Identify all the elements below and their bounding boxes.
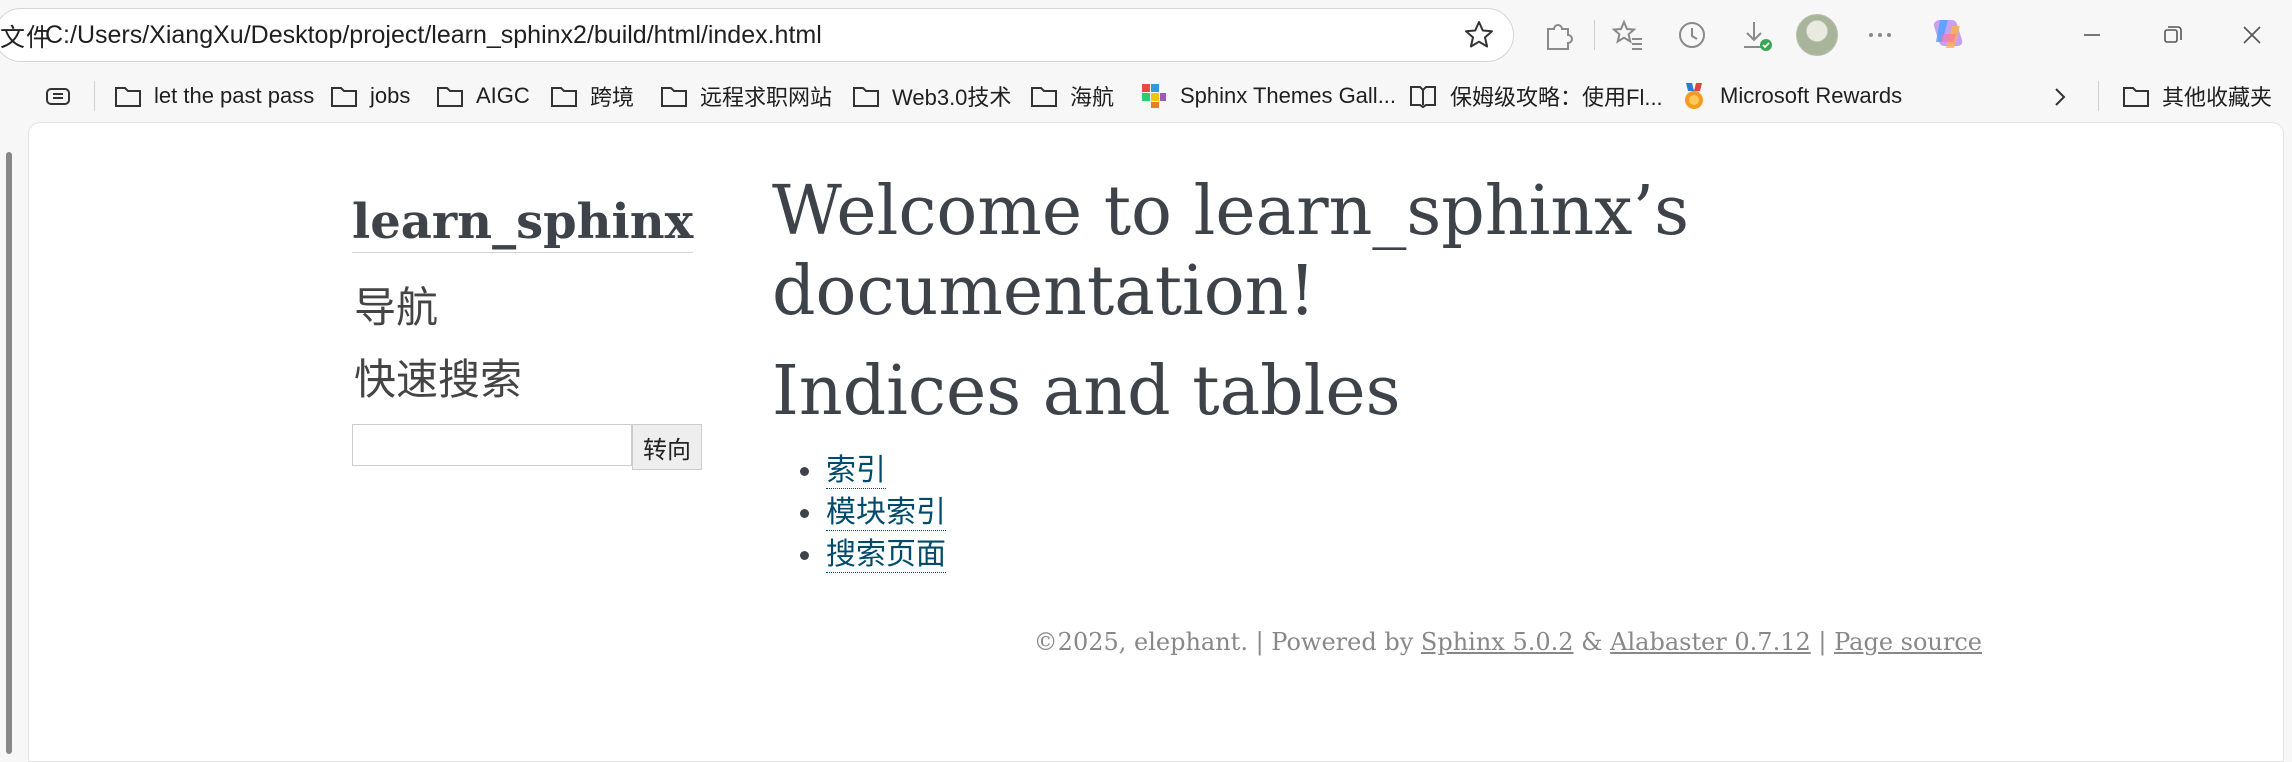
bookmark-label: 跨境 [590,85,635,110]
indices-heading: Indices and tables [772,352,1401,431]
bookmark-cross-border[interactable]: 跨境 [550,78,634,114]
footer-separator: | [1810,628,1835,656]
copilot-icon[interactable] [1928,14,1968,54]
genindex-link[interactable]: 索引 [826,453,886,489]
bookmark-label: jobs [370,83,411,108]
footer-amp: & [1573,628,1611,656]
bookmark-label: Sphinx Themes Gall... [1180,83,1397,108]
sphinx-favicon-icon [1142,84,1166,108]
bullet [800,509,809,518]
favorite-star-icon[interactable] [1463,19,1495,51]
page-title-line-1: Welcome to learn_sphinx’s [772,172,1690,251]
bookmarks-bar: let the past pass jobs AIGC 跨境 远程求职网站 We… [0,70,2292,122]
alabaster-link[interactable]: Alabaster 0.7.12 [1610,628,1811,656]
bookmark-label: let the past pass [154,83,315,108]
search-go-button[interactable]: 转向 [632,424,702,470]
quick-search-heading: 快速搜索 [354,355,523,404]
folder-icon [437,87,463,107]
folder-icon [853,87,879,107]
bookmark-label: 保姆级攻略：使用Fl... [1450,85,1663,110]
bullet [800,551,809,560]
downloads-icon[interactable] [1738,17,1774,53]
bookmark-microsoft-rewards[interactable]: Microsoft Rewards [1680,78,1902,114]
restore-icon[interactable] [2154,17,2190,53]
bookmark-aigc[interactable]: AIGC [436,78,530,114]
toolbar-divider [1594,20,1595,50]
footer: ©2025, elephant. | Powered by Sphinx 5.0… [1034,628,1982,656]
bookmark-sphinx-themes[interactable]: Sphinx Themes Gall... [1140,78,1396,114]
bookmark-guide[interactable]: 保姆级攻略：使用Fl... [1408,78,1663,114]
folder-icon [551,87,577,107]
bookmark-label: 远程求职网站 [700,85,833,110]
sphinx-link[interactable]: Sphinx 5.0.2 [1421,628,1574,656]
modindex-link[interactable]: 模块索引 [826,495,946,531]
bookmark-other-favorites[interactable]: 其他收藏夹 [2122,78,2272,114]
project-title-link[interactable]: learn_sphinx [352,192,694,253]
list-item: 搜索页面 [800,534,946,576]
more-menu-icon[interactable] [1862,17,1898,53]
search-page-link[interactable]: 搜索页面 [826,537,946,573]
bookmark-hainan-airlines[interactable]: 海航 [1030,78,1114,114]
rewards-medal-icon [1685,83,1703,109]
address-bar[interactable]: C:/Users/XiangXu/Desktop/project/learn_s… [0,8,1514,62]
book-icon [1410,86,1436,109]
bookmarks-divider [94,81,95,111]
page-title: Welcome to learn_sphinx’s documentation! [772,172,1689,332]
bookmark-label: Microsoft Rewards [1720,83,1903,108]
scrollbar[interactable] [6,152,12,754]
browser-toolbar: C:/Users/XiangXu/Desktop/project/learn_s… [0,0,2292,70]
minimize-icon[interactable] [2074,17,2110,53]
list-item: 索引 [800,450,946,492]
bookmark-label: AIGC [476,83,530,108]
nav-heading: 导航 [354,283,439,332]
bookmarks-divider [2098,81,2099,111]
search-input[interactable] [352,424,632,466]
close-icon[interactable] [2234,17,2270,53]
page-title-line-2: documentation! [772,252,1316,331]
page-source-link[interactable]: Page source [1834,628,1982,656]
folder-icon [1031,87,1057,107]
folder-icon [2123,87,2149,107]
bookmark-label: 海航 [1070,85,1115,110]
folder-icon [115,87,141,107]
bookmark-web3[interactable]: Web3.0技术 [852,78,1011,114]
bullet [800,467,809,476]
list-item: 模块索引 [800,492,946,534]
bookmark-label: Web3.0技术 [892,85,1012,110]
bookmark-jobs[interactable]: jobs [330,78,410,114]
file-scheme-label: 文件 [0,24,53,52]
folder-icon [661,87,687,107]
profile-avatar[interactable] [1796,14,1838,56]
tab-actions-icon[interactable] [44,84,74,110]
favorites-icon[interactable] [1610,17,1646,53]
bookmark-let-the-past-pass[interactable]: let the past pass [114,78,314,114]
extensions-icon[interactable] [1540,17,1576,53]
chevron-right-icon[interactable] [2048,84,2072,110]
footer-powered-by: | Powered by [1247,628,1421,656]
history-icon[interactable] [1674,17,1710,53]
bookmark-label: 其他收藏夹 [2162,85,2273,110]
footer-copyright: ©2025, elephant. [1033,628,1248,656]
address-text[interactable]: C:/Users/XiangXu/Desktop/project/learn_s… [45,21,822,50]
bookmark-remote-jobs[interactable]: 远程求职网站 [660,78,832,114]
indices-list: 索引 模块索引 搜索页面 [800,450,946,576]
folder-icon [331,87,357,107]
